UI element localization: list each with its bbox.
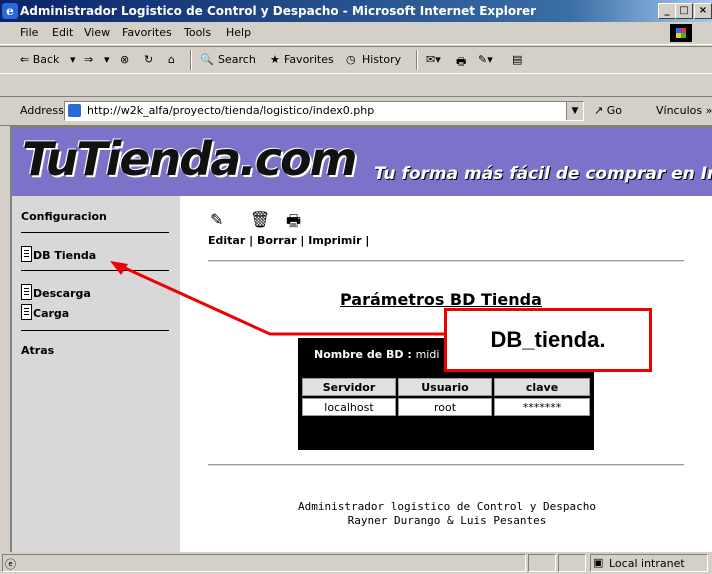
home-button[interactable]: ⌂ <box>168 53 175 66</box>
sidebar-item-label: Carga <box>33 307 70 320</box>
favorites-icon: ★ <box>270 53 280 66</box>
menu-help[interactable]: Help <box>226 26 251 39</box>
intranet-icon: ▣ <box>593 556 604 569</box>
history-icon: ◷ <box>346 53 356 66</box>
edit-icon[interactable]: ✎ <box>210 210 223 229</box>
page-icon <box>68 104 81 117</box>
maximize-button[interactable]: □ <box>675 3 693 19</box>
go-arrow-icon: ↗ <box>594 104 604 117</box>
zone-label: Local intranet <box>609 557 685 570</box>
toolbar-separator <box>190 50 192 70</box>
db-name-row: Nombre de BD : midi <box>314 348 439 361</box>
column-header-servidor: Servidor <box>302 378 396 396</box>
sidebar-item-descarga[interactable]: Descarga <box>21 284 91 300</box>
go-button[interactable]: ↗ Go <box>594 104 622 117</box>
site-slogan: Tu forma más fácil de comprar en Int <box>374 164 712 184</box>
printer-icon[interactable]: 🖶 <box>286 210 301 237</box>
menu-tools[interactable]: Tools <box>184 26 211 39</box>
status-pane <box>558 554 586 572</box>
annotation-callout: DB_tienda. <box>444 308 652 372</box>
forward-dropdown-icon[interactable]: ▾ <box>104 53 110 66</box>
links-button[interactable]: Vínculos » <box>656 104 712 117</box>
document-icon <box>21 246 32 262</box>
toolbar: ⇐ Back ▾ ⇒ ▾ ⊗ ↻ ⌂ 🔍 Search ★ Favorites … <box>0 46 712 74</box>
action-links[interactable]: Editar | Borrar | Imprimir | <box>208 234 369 247</box>
sidebar-item-label: DB Tienda <box>33 249 97 262</box>
menu-favorites[interactable]: Favorites <box>122 26 172 39</box>
menu-bar: File Edit View Favorites Tools Help <box>0 22 712 45</box>
status-bar: ⓔ ▣ Local intranet <box>0 552 712 574</box>
footer-line-1: Administrador logistico de Control y Des… <box>297 500 596 513</box>
history-button[interactable]: History <box>362 53 401 66</box>
address-url[interactable]: http://w2k_alfa/proyecto/tienda/logistic… <box>87 104 374 117</box>
address-bar: Address http://w2k_alfa/proyecto/tienda/… <box>0 96 712 126</box>
windows-logo-icon <box>670 24 692 42</box>
cell-clave: ******* <box>494 398 590 416</box>
cell-usuario: root <box>398 398 492 416</box>
browser-window: e Administrador Logistico de Control y D… <box>0 0 712 574</box>
discuss-icon[interactable]: ▤ <box>512 53 522 66</box>
column-header-usuario: Usuario <box>398 378 492 396</box>
site-logo: TuTienda.com <box>22 132 358 186</box>
stop-button[interactable]: ⊗ <box>120 53 129 66</box>
window-title: Administrador Logistico de Control y Des… <box>20 4 537 18</box>
status-zone: ▣ Local intranet <box>590 554 708 572</box>
sidebar-divider <box>21 232 169 233</box>
ie-icon: e <box>2 3 18 19</box>
sidebar: Configuracion DB Tienda Descarga Carga A… <box>12 196 180 552</box>
db-name-label: Nombre de BD : <box>314 348 412 361</box>
minimize-button[interactable]: _ <box>658 3 676 19</box>
trash-icon[interactable]: 🗑 <box>250 210 270 229</box>
close-button[interactable]: × <box>694 3 712 19</box>
forward-button[interactable]: ⇒ <box>84 53 93 66</box>
menu-edit[interactable]: Edit <box>52 26 73 39</box>
edit-page-icon[interactable]: ✎▾ <box>478 53 493 66</box>
title-bar: e Administrador Logistico de Control y D… <box>0 0 712 22</box>
sidebar-item-carga[interactable]: Carga <box>21 304 69 320</box>
menu-file[interactable]: File <box>20 26 38 39</box>
address-dropdown-icon[interactable]: ▼ <box>566 102 583 120</box>
cell-servidor: localhost <box>302 398 396 416</box>
print-icon[interactable]: 🖶 <box>456 53 466 72</box>
status-message: ⓔ <box>2 554 526 572</box>
sidebar-item-db-tienda[interactable]: DB Tienda <box>21 246 96 262</box>
db-name-value: midi <box>415 348 440 361</box>
refresh-button[interactable]: ↻ <box>144 53 153 66</box>
toolbar-separator <box>416 50 418 70</box>
search-button[interactable]: Search <box>218 53 256 66</box>
main-panel: ✎ 🗑 🖶 Editar | Borrar | Imprimir | Parám… <box>180 196 712 552</box>
menu-view[interactable]: View <box>84 26 110 39</box>
column-header-clave: clave <box>494 378 590 396</box>
sidebar-item-atras[interactable]: Atras <box>21 344 54 357</box>
document-icon <box>21 284 32 300</box>
page-title: Parámetros BD Tienda <box>340 290 542 309</box>
sidebar-divider <box>21 270 169 271</box>
sidebar-item-label: Descarga <box>33 287 91 300</box>
favorites-button[interactable]: Favorites <box>284 53 334 66</box>
search-icon: 🔍 <box>200 53 214 66</box>
sidebar-heading-configuracion: Configuracion <box>21 210 107 223</box>
divider <box>208 464 684 466</box>
sidebar-divider <box>21 330 169 331</box>
page-done-icon: ⓔ <box>5 558 16 571</box>
mail-icon[interactable]: ✉▾ <box>426 53 441 66</box>
divider <box>208 260 684 262</box>
document-icon <box>21 304 32 320</box>
status-pane <box>528 554 556 572</box>
back-button[interactable]: ⇐ Back <box>20 53 59 66</box>
site-banner: TuTienda.com Tu forma más fácil de compr… <box>12 128 712 196</box>
go-label: Go <box>606 104 622 117</box>
footer-line-2: Rayner Durango & Luis Pesantes <box>347 514 547 527</box>
address-input[interactable]: http://w2k_alfa/proyecto/tienda/logistic… <box>64 101 584 121</box>
back-dropdown-icon[interactable]: ▾ <box>70 53 76 66</box>
address-label: Address <box>20 104 64 117</box>
